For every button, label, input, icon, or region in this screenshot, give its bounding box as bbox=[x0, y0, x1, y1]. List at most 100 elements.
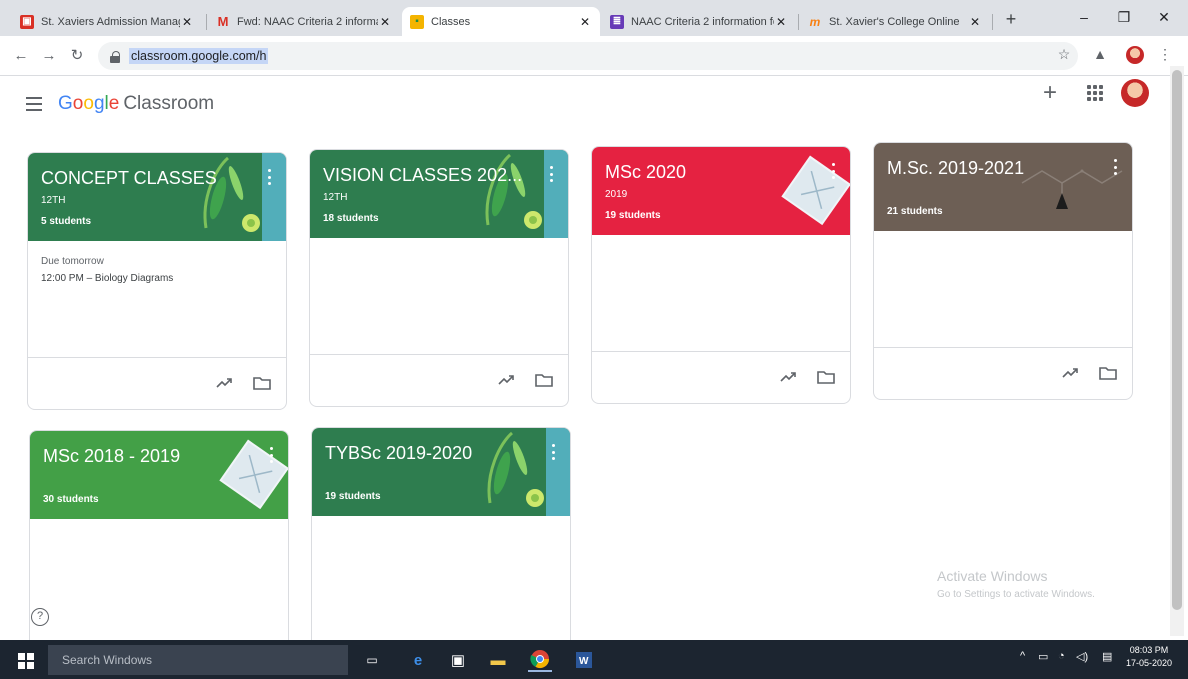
clock-time: 08:03 PM bbox=[1129, 645, 1169, 655]
bookmark-star-icon[interactable]: ☆ bbox=[1054, 44, 1074, 64]
classroom-icon: ▪ bbox=[410, 14, 424, 29]
student-count: 18 students bbox=[323, 213, 379, 224]
help-icon[interactable]: ? bbox=[31, 608, 49, 626]
address-bar[interactable]: classroom.google.com/h bbox=[98, 42, 1078, 70]
trending-up-icon[interactable] bbox=[214, 373, 234, 393]
gmail-icon: M bbox=[217, 14, 229, 29]
due-label: Due tomorrow bbox=[41, 256, 104, 267]
word-icon[interactable]: W bbox=[572, 648, 596, 672]
class-options-icon[interactable] bbox=[832, 163, 836, 179]
taskbar-clock[interactable]: 08:03 PM 17-05-2020 bbox=[1124, 644, 1174, 670]
class-card-banner[interactable]: CONCEPT CLASSES 12TH 5 students bbox=[28, 153, 286, 241]
tab-close-icon[interactable]: ✕ bbox=[774, 15, 788, 29]
class-card-banner[interactable]: M.Sc. 2019-2021 21 students bbox=[874, 143, 1132, 231]
logo-letter: e bbox=[108, 93, 120, 114]
tab-close-icon[interactable]: ✕ bbox=[578, 15, 592, 29]
notifications-icon[interactable]: ▤ bbox=[1102, 650, 1112, 663]
google-apps-icon[interactable] bbox=[1085, 83, 1103, 101]
wifi-icon[interactable]: ◔ bbox=[1058, 650, 1065, 662]
tray-chevron-icon[interactable]: ^ bbox=[1020, 650, 1025, 662]
forward-arrow-icon[interactable]: → bbox=[38, 45, 60, 67]
class-name[interactable]: TYBSc 2019-2020 bbox=[325, 443, 525, 464]
tab-close-icon[interactable]: ✕ bbox=[968, 15, 982, 29]
class-card[interactable]: MSc 2020 2019 19 students bbox=[591, 146, 851, 404]
class-card-footer bbox=[28, 357, 286, 409]
class-card-banner[interactable]: MSc 2020 2019 19 students bbox=[592, 147, 850, 235]
student-count: 19 students bbox=[325, 491, 381, 502]
url-text[interactable]: classroom.google.com/h bbox=[129, 48, 269, 64]
tab-separator bbox=[992, 14, 993, 30]
lock-icon bbox=[110, 50, 120, 63]
tab-title: St. Xaviers Admission Managem bbox=[41, 15, 180, 28]
new-tab-button[interactable]: + bbox=[1000, 8, 1022, 30]
class-card[interactable]: VISION CLASSES 202... 12TH 18 students bbox=[309, 149, 569, 407]
class-name[interactable]: CONCEPT CLASSES bbox=[41, 168, 241, 189]
class-section: 12TH bbox=[323, 192, 348, 203]
tab-separator bbox=[798, 14, 799, 30]
folder-icon[interactable] bbox=[816, 367, 836, 387]
class-options-icon[interactable] bbox=[550, 166, 554, 182]
main-menu-icon[interactable] bbox=[26, 97, 42, 111]
logo-letter: g bbox=[93, 93, 105, 114]
student-count: 21 students bbox=[887, 206, 943, 217]
class-card[interactable]: CONCEPT CLASSES 12TH 5 students Due tomorro… bbox=[27, 152, 287, 410]
folder-icon[interactable] bbox=[252, 373, 272, 393]
tab-separator bbox=[206, 14, 207, 30]
taskbar-search-box[interactable]: Search Windows bbox=[48, 645, 348, 675]
leaf-illustration-icon bbox=[203, 153, 286, 241]
file-explorer-icon[interactable]: ▬ bbox=[486, 648, 510, 672]
window-minimize-button[interactable]: – bbox=[1070, 6, 1098, 28]
windows-start-icon[interactable] bbox=[18, 653, 34, 669]
class-options-icon[interactable] bbox=[1114, 159, 1118, 175]
class-name[interactable]: VISION CLASSES 202... bbox=[323, 165, 523, 186]
class-options-icon[interactable] bbox=[268, 169, 272, 185]
chrome-icon[interactable] bbox=[528, 648, 552, 672]
create-join-class-button[interactable]: + bbox=[1038, 81, 1062, 105]
folder-icon[interactable] bbox=[534, 370, 554, 390]
trending-up-icon[interactable] bbox=[1060, 363, 1080, 383]
class-card-banner[interactable]: TYBSc 2019-2020 19 students bbox=[312, 428, 570, 516]
trending-up-icon[interactable] bbox=[496, 370, 516, 390]
class-name[interactable]: MSc 2018 - 2019 bbox=[43, 446, 243, 467]
window-close-button[interactable]: ✕ bbox=[1150, 6, 1178, 28]
back-arrow-icon[interactable]: ← bbox=[10, 45, 32, 67]
store-icon[interactable]: ▣ bbox=[446, 648, 470, 672]
browser-menu-icon[interactable]: ⋮ bbox=[1155, 44, 1175, 64]
reload-icon[interactable]: ↻ bbox=[66, 45, 88, 67]
class-card-banner[interactable]: MSc 2018 - 2019 30 students bbox=[30, 431, 288, 519]
browser-profile-avatar[interactable] bbox=[1126, 46, 1144, 64]
battery-icon[interactable]: ▭ bbox=[1038, 650, 1048, 663]
tab-close-icon[interactable]: ✕ bbox=[180, 15, 194, 29]
tab-gmail-naac[interactable]: M Fwd: NAAC Criteria 2 informatio ✕ bbox=[208, 7, 400, 36]
class-card-banner[interactable]: VISION CLASSES 202... 12TH 18 students bbox=[310, 150, 568, 238]
class-card-footer bbox=[592, 351, 850, 403]
tab-classes[interactable]: ▪ Classes ✕ bbox=[402, 7, 600, 36]
volume-icon[interactable]: ◁) bbox=[1076, 650, 1088, 663]
tab-st-xaviers-admission[interactable]: ▣ St. Xaviers Admission Managem ✕ bbox=[12, 7, 202, 36]
window-maximize-button[interactable]: ❐ bbox=[1110, 6, 1138, 28]
edge-icon[interactable]: e bbox=[406, 648, 430, 672]
extension-icon[interactable]: ▲ bbox=[1090, 44, 1110, 64]
due-assignment-link[interactable]: 12:00 PM – Biology Diagrams bbox=[41, 273, 173, 284]
class-options-icon[interactable] bbox=[552, 444, 556, 460]
tab-close-icon[interactable]: ✕ bbox=[378, 15, 392, 29]
account-avatar[interactable] bbox=[1121, 79, 1149, 107]
class-card-footer bbox=[310, 354, 568, 406]
scrollbar-thumb[interactable] bbox=[1172, 70, 1182, 610]
class-card[interactable]: TYBSc 2019-2020 19 students bbox=[311, 427, 571, 657]
class-name[interactable]: M.Sc. 2019-2021 bbox=[887, 158, 1087, 179]
class-options-icon[interactable] bbox=[270, 447, 274, 463]
tab-title: St. Xavier's College Online bbox=[829, 15, 960, 28]
class-name[interactable]: MSc 2020 bbox=[605, 162, 805, 183]
google-classroom-logo[interactable]: Google Classroom bbox=[58, 91, 214, 117]
class-card[interactable]: M.Sc. 2019-2021 21 students bbox=[873, 142, 1133, 400]
task-view-icon[interactable]: ▭ bbox=[360, 648, 384, 672]
folder-icon[interactable] bbox=[1098, 363, 1118, 383]
tab-st-xaviers-online[interactable]: m St. Xavier's College Online ✕ bbox=[800, 7, 990, 36]
trending-up-icon[interactable] bbox=[778, 367, 798, 387]
class-card[interactable]: MSc 2018 - 2019 30 students bbox=[29, 430, 289, 660]
logo-letter: G bbox=[58, 93, 73, 114]
activate-windows-hint: Go to Settings to activate Windows. bbox=[937, 589, 1095, 600]
tab-naac-form[interactable]: ≣ NAAC Criteria 2 information fo ✕ bbox=[602, 7, 796, 36]
clock-date: 17-05-2020 bbox=[1125, 658, 1173, 668]
